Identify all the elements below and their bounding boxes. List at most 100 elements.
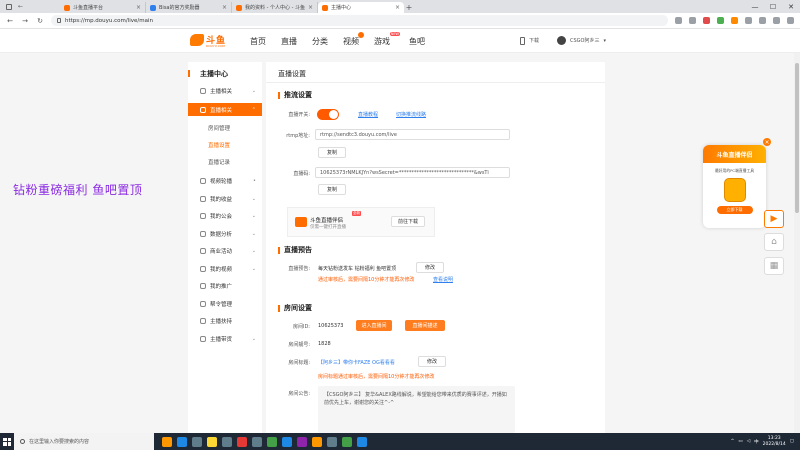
stream-code-field[interactable]: 10625373rNMLKJYn?wsSecret=**************… bbox=[315, 167, 510, 178]
tab-profile[interactable]: 我的资料 - 个人中心 - 斗鱼 × bbox=[232, 2, 318, 13]
chevron-up-icon[interactable]: ^ bbox=[731, 439, 735, 444]
sidebar-item-earnings[interactable]: 我的收益 ⌄ bbox=[188, 192, 262, 205]
tab-back-icon[interactable]: ← bbox=[18, 3, 23, 10]
app-grid-icon[interactable]: ▦ bbox=[764, 257, 784, 275]
app-icon[interactable] bbox=[297, 436, 307, 447]
url-input[interactable]: https://mp.douyu.com/live/main bbox=[51, 15, 668, 26]
nav-game[interactable]: 游戏 NEW bbox=[374, 31, 400, 47]
username[interactable]: CSGO阿乡三 bbox=[570, 37, 599, 44]
room-desc-button[interactable]: 直播间描述 bbox=[405, 320, 445, 331]
minimize-button[interactable]: — bbox=[746, 0, 764, 13]
switch-line-link[interactable]: 切换推流线路 bbox=[396, 111, 426, 118]
preview-label: 直播预告: bbox=[288, 266, 310, 272]
enter-room-button[interactable]: 进入直播间 bbox=[356, 320, 392, 331]
edit-title-button[interactable]: 修改 bbox=[418, 356, 446, 367]
start-button[interactable] bbox=[0, 433, 14, 450]
back-icon[interactable]: ← bbox=[6, 17, 14, 25]
sidebar-item-business[interactable]: 商业活动 ⌄ bbox=[188, 244, 262, 257]
volume-icon[interactable]: ◁ bbox=[747, 439, 750, 444]
sidebar-sub-room-manage[interactable]: 房间管理 bbox=[208, 124, 230, 132]
close-tab-icon[interactable]: × bbox=[308, 4, 313, 11]
room-notice-textarea[interactable]: 【CSGO阿乡三】 复华&ALEX路线解说，希望能给您带来优质的赛事评述，开播如… bbox=[318, 386, 515, 433]
tab-anchor-center[interactable]: 主播中心 × bbox=[318, 2, 404, 13]
app-icon[interactable] bbox=[192, 436, 202, 447]
dragon-app-icon[interactable] bbox=[162, 436, 172, 447]
notification-icon[interactable]: ▢ bbox=[790, 439, 794, 444]
forward-icon[interactable]: → bbox=[21, 17, 29, 25]
sidebar-item-video-carousel[interactable]: 视频轮播 • bbox=[188, 174, 262, 187]
play-icon[interactable]: ▶ bbox=[764, 210, 784, 228]
app-icon[interactable] bbox=[312, 436, 322, 447]
extension-green-icon[interactable] bbox=[717, 17, 724, 24]
sidebar-item-analytics[interactable]: 数据分析 ⌄ bbox=[188, 227, 262, 240]
nav-live[interactable]: 直播 bbox=[281, 36, 297, 47]
sidebar-sub-live-record[interactable]: 直播记录 bbox=[208, 158, 230, 166]
app-icon[interactable] bbox=[237, 436, 247, 447]
sidebar-item-support[interactable]: 主播扶持 bbox=[188, 314, 262, 327]
close-float-icon[interactable]: × bbox=[763, 138, 771, 146]
nav-home[interactable]: 首页 bbox=[250, 36, 266, 47]
nav-category[interactable]: 分类 bbox=[312, 36, 328, 47]
sidebar-item-my-videos[interactable]: 我的视频 ⌄ bbox=[188, 262, 262, 275]
obs-icon[interactable] bbox=[222, 436, 232, 447]
refresh-icon[interactable]: ↻ bbox=[36, 17, 44, 25]
download-link[interactable]: 下载 bbox=[529, 37, 539, 44]
app-icon[interactable] bbox=[177, 436, 187, 447]
view-reason-link[interactable]: 查看说明 bbox=[433, 276, 453, 283]
app-icon[interactable] bbox=[327, 436, 337, 447]
sidebar-item-guild[interactable]: 我的公会 ⌄ bbox=[188, 209, 262, 222]
app-icon[interactable] bbox=[342, 436, 352, 447]
favorites-icon[interactable] bbox=[745, 17, 752, 24]
tab-bisa[interactable]: Bisa的官方奖励器 × bbox=[146, 2, 232, 13]
close-window-button[interactable]: ✕ bbox=[782, 0, 800, 13]
copy-rtmp-button[interactable]: 复制 bbox=[318, 147, 346, 158]
sidebar-item-anchor[interactable]: 主播相关 ⌄ bbox=[188, 84, 262, 97]
taskbar-search[interactable]: 在这里输入你要搜索的内容 bbox=[14, 433, 154, 450]
app-icon[interactable] bbox=[357, 436, 367, 447]
app-icon[interactable] bbox=[267, 436, 277, 447]
more-menu-icon[interactable] bbox=[787, 17, 794, 24]
sidebar-item-promotion[interactable]: 我的推广 bbox=[188, 279, 262, 292]
collections-icon[interactable] bbox=[759, 17, 766, 24]
sidebar-item-commerce[interactable]: 主播带货 ⌄ bbox=[188, 332, 262, 345]
edge-icon[interactable] bbox=[282, 436, 292, 447]
scrollbar-thumb[interactable] bbox=[795, 63, 799, 213]
extension-red-icon[interactable] bbox=[703, 17, 710, 24]
home-icon[interactable]: ⌂ bbox=[764, 233, 784, 251]
network-icon[interactable]: ▭ bbox=[738, 439, 742, 444]
close-tab-icon[interactable]: × bbox=[395, 4, 400, 11]
avatar[interactable] bbox=[557, 36, 567, 45]
steam-icon[interactable] bbox=[252, 436, 262, 447]
float-download-button[interactable]: 立即下载 bbox=[716, 206, 753, 214]
sidebar-sub-live-settings[interactable]: 直播设置 bbox=[208, 141, 230, 149]
phone-icon[interactable] bbox=[520, 36, 525, 45]
extension-orange-icon[interactable] bbox=[731, 17, 738, 24]
nav-fishbar[interactable]: 鱼吧 bbox=[409, 36, 425, 47]
douyu-logo[interactable]: 斗鱼 DOUYU.COM bbox=[190, 33, 226, 48]
folder-icon[interactable] bbox=[207, 436, 217, 447]
clock[interactable]: 13:23 2022/8/14 bbox=[763, 436, 786, 448]
font-size-icon[interactable] bbox=[675, 17, 682, 24]
new-tab-button[interactable]: + bbox=[404, 2, 414, 13]
profile-icon[interactable] bbox=[773, 17, 780, 24]
sidebar-item-live[interactable]: 直播相关 ⌃ bbox=[188, 103, 262, 116]
live-tutorial-link[interactable]: 直播教程 bbox=[358, 111, 378, 118]
workspace-icon[interactable] bbox=[6, 3, 12, 10]
read-mode-icon[interactable] bbox=[689, 17, 696, 24]
helper-float-card[interactable]: 斗鱼直播伴侣 最好用的PC端直播工具 立即下载 bbox=[703, 145, 766, 228]
edit-preview-button[interactable]: 修改 bbox=[416, 262, 444, 273]
taskbar: 在这里输入你要搜索的内容 ^ ▭ ◁ 中 13:23 2022/8/14 ▢ bbox=[0, 433, 800, 450]
maximize-button[interactable]: ☐ bbox=[764, 0, 782, 13]
chevron-down-icon[interactable]: ▾ bbox=[604, 38, 607, 44]
close-tab-icon[interactable]: × bbox=[222, 4, 227, 11]
nav-video[interactable]: 视频 bbox=[343, 31, 364, 47]
helper-download-button[interactable]: 前往下载 bbox=[391, 216, 425, 227]
tab-douyu-home[interactable]: 斗鱼直播平台 × bbox=[60, 2, 146, 13]
close-tab-icon[interactable]: × bbox=[136, 4, 141, 11]
sidebar-item-command[interactable]: 帮令管理 bbox=[188, 297, 262, 310]
rtmp-address-field[interactable]: rtmp://sendtc3.douyu.com/live bbox=[315, 129, 510, 140]
copy-code-button[interactable]: 复制 bbox=[318, 184, 346, 195]
ime-icon[interactable]: 中 bbox=[754, 439, 759, 445]
page-scrollbar[interactable] bbox=[794, 53, 800, 433]
live-switch-toggle[interactable] bbox=[317, 109, 339, 120]
